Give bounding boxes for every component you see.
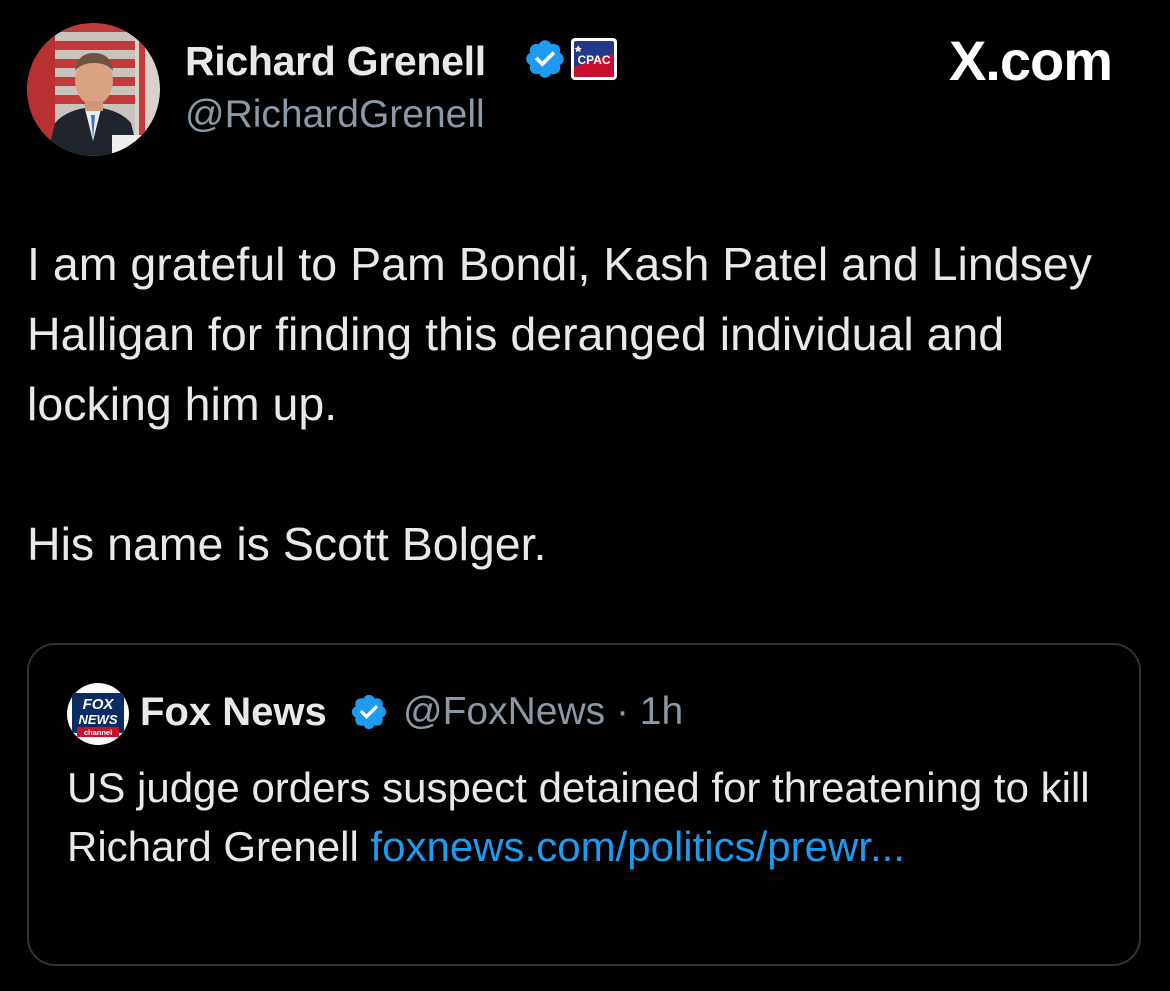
fox-logo-text: FOX	[83, 696, 115, 713]
fox-news-logo: FOX NEWS channel	[67, 683, 129, 745]
author-handle[interactable]: @RichardGrenell	[185, 90, 485, 140]
verified-badge-icon	[349, 692, 389, 732]
quoted-author-handle-time[interactable]: @FoxNews · 1h	[403, 687, 683, 737]
verified-badge-icon	[523, 37, 567, 81]
cpac-badge[interactable]: CPAC	[570, 37, 618, 81]
article-link[interactable]: foxnews.com/politics/prewr...	[370, 823, 905, 870]
channel-logo-text: channel	[84, 728, 112, 737]
author-display-name[interactable]: Richard Grenell	[185, 36, 486, 86]
profile-photo	[27, 23, 160, 156]
cpac-badge-text: CPAC	[577, 53, 610, 67]
tweet-paragraph: His name is Scott Bolger.	[27, 518, 547, 570]
x-com-watermark: X.com	[948, 29, 1113, 92]
news-logo-text: NEWS	[79, 712, 118, 727]
tweet-text: I am grateful to Pam Bondi, Kash Patel a…	[27, 229, 1137, 579]
quoted-author-name[interactable]: Fox News	[140, 687, 327, 737]
quoted-tweet-card[interactable]: FOX NEWS channel Fox News @FoxNews · 1h …	[27, 643, 1141, 966]
avatar[interactable]	[27, 23, 160, 156]
tweet-paragraph: I am grateful to Pam Bondi, Kash Patel a…	[27, 238, 1092, 430]
quoted-tweet-text: US judge orders suspect detained for thr…	[67, 758, 1107, 876]
